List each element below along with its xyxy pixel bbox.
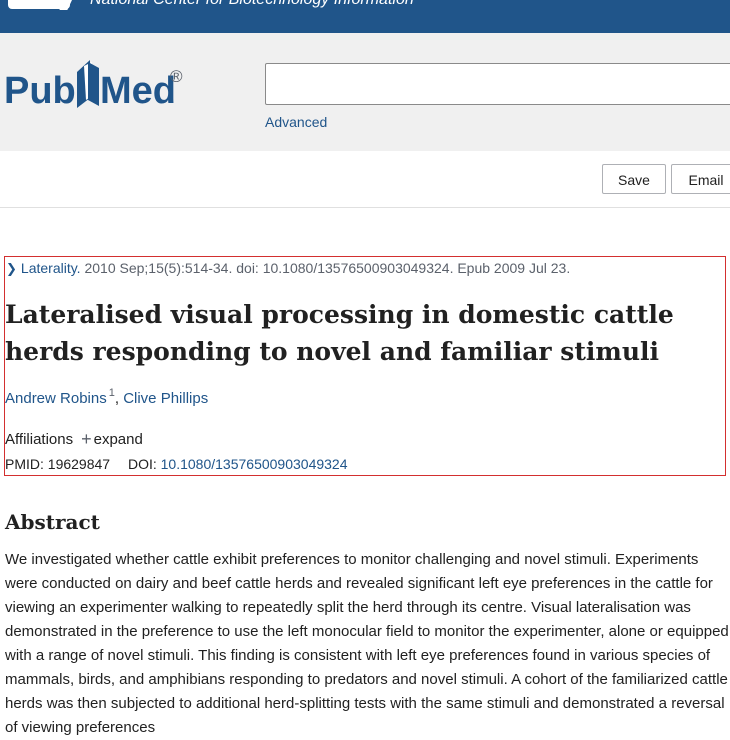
author-link[interactable]: Clive Phillips <box>123 390 208 407</box>
doi-label: DOI: <box>127 456 157 472</box>
journal-link[interactable]: Laterality. <box>21 260 81 276</box>
logo-text-pub: Pub <box>4 70 76 112</box>
pmid-value: 19629847 <box>47 456 111 472</box>
affiliations-label: Affiliations <box>5 431 74 448</box>
citation-details: 2010 Sep;15(5):514-34. doi: 10.1080/1357… <box>80 260 571 276</box>
abstract-heading: Abstract <box>5 510 100 534</box>
citation-line: ❯ Laterality. 2010 Sep;15(5):514-34. doi:… <box>6 260 570 277</box>
book-icon <box>77 60 99 108</box>
ncbi-title[interactable]: National Center for Biotechnology Inform… <box>90 0 414 9</box>
save-button[interactable]: Save <box>602 164 666 194</box>
advanced-search-link[interactable]: Advanced <box>265 114 327 130</box>
author-link[interactable]: Andrew Robins <box>5 390 107 407</box>
email-button[interactable]: Email <box>671 164 730 194</box>
plus-icon: + <box>81 429 92 449</box>
doi-link[interactable]: 10.1080/13576500903049324 <box>161 456 348 472</box>
expand-label[interactable]: expand <box>94 431 143 448</box>
ncbi-header: National Center for Biotechnology Inform… <box>0 0 730 33</box>
affiliations-toggle[interactable]: Affiliations + expand <box>5 428 143 449</box>
affiliation-ref[interactable]: 1 <box>109 387 115 399</box>
logo-text-med: Med <box>100 70 176 112</box>
abstract-text: We investigated whether cattle exhibit p… <box>5 551 729 736</box>
pmid-label: PMID: <box>5 456 44 472</box>
authors-list: Andrew Robins 1, Clive Phillips <box>5 387 208 407</box>
article-identifiers: PMID: 19629847 DOI: 10.1080/135765009030… <box>5 456 348 472</box>
author-separator: , <box>114 390 120 407</box>
pubmed-logo[interactable]: Pub Med ® <box>4 58 189 120</box>
search-input[interactable] <box>265 63 730 105</box>
registered-mark: ® <box>170 67 183 86</box>
article-title: Lateralised visual processing in domesti… <box>5 300 674 366</box>
ncbi-logo-slash <box>59 0 77 10</box>
chevron-right-icon[interactable]: ❯ <box>6 261 17 277</box>
